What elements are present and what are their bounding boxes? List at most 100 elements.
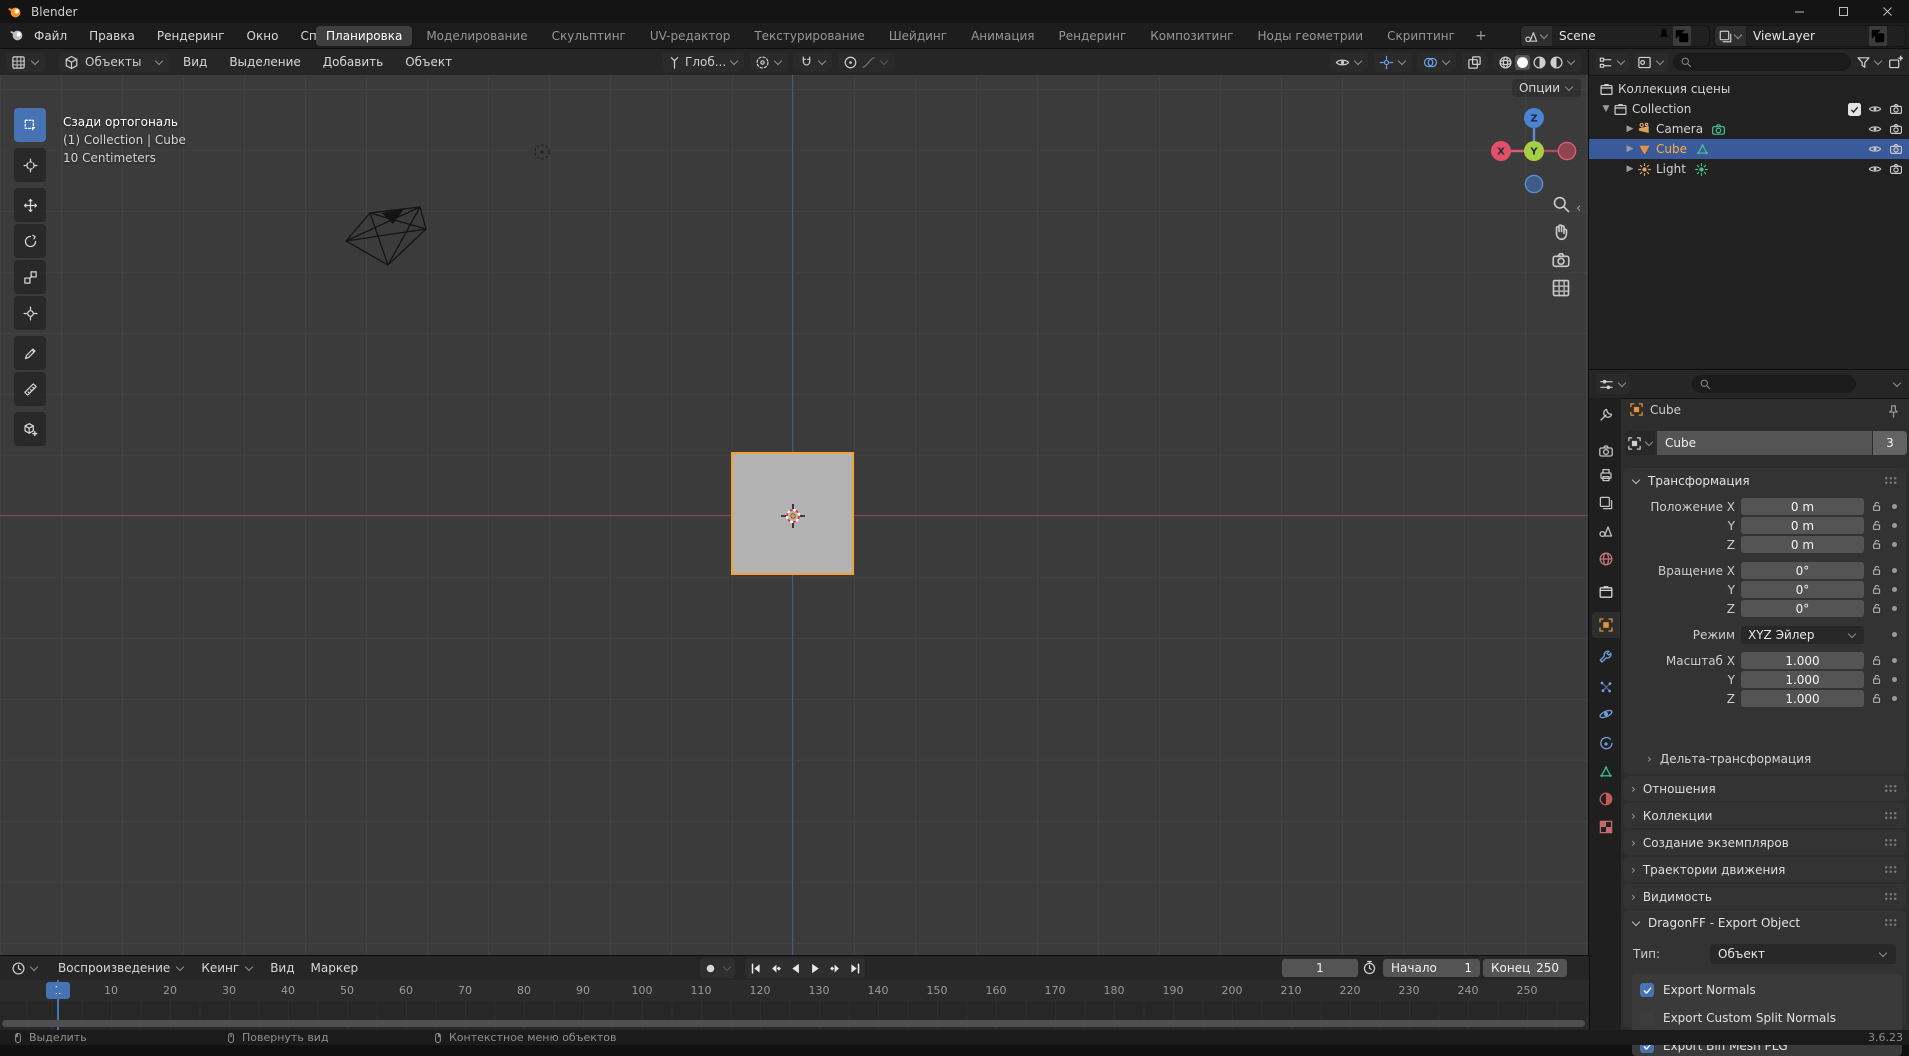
transform-value-field[interactable]: 1.000 <box>1741 690 1864 707</box>
transform-value-field[interactable]: 0 m <box>1741 498 1864 515</box>
object-name-field[interactable]: Cube <box>1657 431 1872 455</box>
workspace-tab[interactable]: Рендеринг <box>1049 26 1137 46</box>
transform-panel-header[interactable]: Трансформация <box>1623 468 1906 493</box>
properties-tab-modifiers[interactable] <box>1592 645 1620 671</box>
expand-arrow-icon[interactable]: ▶ <box>1623 144 1637 154</box>
pivot-point-dropdown[interactable] <box>750 52 789 72</box>
transform-value-field[interactable]: 0° <box>1741 581 1864 598</box>
delta-transform-subpanel[interactable]: › Дельта-трансформация <box>1647 749 1811 769</box>
tool-add-cube-button[interactable] <box>14 412 46 446</box>
properties-tab-particles[interactable] <box>1592 674 1620 700</box>
animate-dot-icon[interactable] <box>1892 696 1897 701</box>
panel-drag-dots-icon[interactable] <box>1884 784 1898 793</box>
panel-drag-dots-icon[interactable] <box>1884 838 1898 847</box>
lock-icon[interactable] <box>1870 500 1883 513</box>
timeline-ruler[interactable]: 1 10203040506070809010011012013014015016… <box>0 980 1589 1001</box>
lock-icon[interactable] <box>1870 602 1883 615</box>
topbar-menu-item[interactable]: Окно <box>247 29 279 43</box>
dragonff-panel-header[interactable]: DragonFF - Export Object <box>1623 910 1906 935</box>
breadcrumb-object-name[interactable]: Cube <box>1650 403 1681 417</box>
properties-tab-physics[interactable] <box>1592 701 1620 727</box>
pin-scene-icon[interactable] <box>1655 27 1673 45</box>
viewport-menu-item[interactable]: Добавить <box>323 55 383 69</box>
outliner-filter-mode-dropdown[interactable] <box>1634 52 1668 72</box>
properties-tab-material[interactable] <box>1592 786 1620 812</box>
lock-icon[interactable] <box>1870 673 1883 686</box>
transform-value-field[interactable]: 0 m <box>1741 517 1864 534</box>
maximize-button[interactable] <box>1821 0 1865 23</box>
animate-dot-icon[interactable] <box>1892 568 1897 573</box>
workspace-tab[interactable]: Текстурирование <box>744 26 874 46</box>
timeline-menu-item[interactable]: Вид <box>270 961 294 975</box>
disable-render-icon[interactable] <box>1889 142 1903 156</box>
workspace-tab[interactable]: Скульптинг <box>542 26 636 46</box>
close-button[interactable] <box>1865 0 1909 23</box>
light-object-gizmo[interactable] <box>532 142 552 162</box>
workspace-tab[interactable]: Анимация <box>961 26 1044 46</box>
animate-dot-icon[interactable] <box>1892 606 1897 611</box>
minimize-button[interactable] <box>1777 0 1821 23</box>
shading-rendered-button[interactable] <box>1549 55 1564 70</box>
workspace-tab[interactable]: Шейдинг <box>879 26 957 46</box>
add-workspace-button[interactable]: + <box>1469 28 1493 44</box>
properties-options-icon[interactable] <box>1892 378 1902 388</box>
viewlayer-selector[interactable]: ViewLayer <box>1715 26 1905 46</box>
properties-tab-tool[interactable] <box>1592 402 1620 428</box>
animate-dot-icon[interactable] <box>1892 542 1897 547</box>
tool-move-button[interactable] <box>14 188 46 222</box>
tool-rotate-button[interactable] <box>14 224 46 258</box>
properties-tab-constraints[interactable] <box>1592 731 1620 757</box>
properties-search-input[interactable] <box>1692 375 1856 393</box>
overlays-toggle[interactable] <box>1418 52 1456 72</box>
dff-option-checkbox[interactable] <box>1640 1011 1654 1025</box>
properties-tab-output[interactable] <box>1592 462 1620 488</box>
properties-tab-render[interactable] <box>1592 438 1620 464</box>
shading-solid-button[interactable] <box>1515 54 1530 70</box>
viewport-options-button[interactable]: Опции <box>1511 79 1581 97</box>
tool-transform-button[interactable] <box>14 296 46 330</box>
tool-cursor-button[interactable] <box>14 148 46 182</box>
new-viewlayer-button[interactable] <box>1869 26 1887 46</box>
users-count-badge[interactable]: 3 <box>1873 431 1907 455</box>
panel-drag-dots-icon[interactable] <box>1884 892 1898 901</box>
navigation-gizmo[interactable]: Z X Y <box>1488 105 1580 197</box>
section-1-header[interactable]: › Коллекции <box>1623 803 1906 828</box>
panel-drag-dots-icon[interactable] <box>1884 476 1898 485</box>
expand-arrow-icon[interactable]: ▶ <box>1623 124 1637 134</box>
timeline-menu-item[interactable]: Воспроизведение <box>58 961 185 975</box>
properties-editor-type-button[interactable] <box>1596 374 1630 394</box>
lock-icon[interactable] <box>1870 519 1883 532</box>
properties-tab-object[interactable] <box>1592 612 1620 638</box>
xray-toggle[interactable] <box>1462 52 1487 72</box>
frame-start-field[interactable]: Начало 1 <box>1383 959 1480 977</box>
properties-tab-world[interactable] <box>1592 546 1620 572</box>
keyframe-next-button[interactable] <box>825 958 845 978</box>
hide-eye-icon[interactable] <box>1868 142 1882 156</box>
zoom-icon[interactable] <box>1551 194 1571 214</box>
gizmos-toggle[interactable] <box>1374 52 1412 72</box>
scene-name[interactable]: Scene <box>1552 29 1655 43</box>
new-collection-button[interactable] <box>1888 55 1903 70</box>
topbar-menu-item[interactable]: Файл <box>34 29 67 43</box>
jump-start-button[interactable] <box>745 958 765 978</box>
dff-type-dropdown[interactable]: Объект <box>1710 944 1896 964</box>
mode-dropdown[interactable]: Объекты <box>59 52 169 72</box>
object-id-dropdown[interactable] <box>1625 431 1655 455</box>
timeline-editor-type-button[interactable] <box>8 958 42 978</box>
transform-value-field[interactable]: 0 m <box>1741 536 1864 553</box>
viewport-menu-item[interactable]: Объект <box>405 55 452 69</box>
stopwatch-icon[interactable] <box>1362 960 1377 975</box>
outliner-item-camera[interactable]: ▶ Camera <box>1589 119 1909 139</box>
tool-annotate-button[interactable] <box>14 336 46 370</box>
play-reverse-button[interactable] <box>785 958 805 978</box>
expand-arrow-icon[interactable]: ▶ <box>1623 164 1637 174</box>
unlink-scene-icon[interactable] <box>1691 27 1709 45</box>
properties-tab-texture[interactable] <box>1592 814 1620 840</box>
tool-select-box-button[interactable] <box>14 108 46 142</box>
properties-tab-collection[interactable] <box>1592 579 1620 605</box>
hide-eye-icon[interactable] <box>1868 102 1882 116</box>
viewlayer-name[interactable]: ViewLayer <box>1746 29 1869 43</box>
workspace-tab[interactable]: UV-редактор <box>640 26 740 46</box>
hide-eye-icon[interactable] <box>1868 162 1882 176</box>
transform-value-field[interactable]: 1.000 <box>1741 671 1864 688</box>
